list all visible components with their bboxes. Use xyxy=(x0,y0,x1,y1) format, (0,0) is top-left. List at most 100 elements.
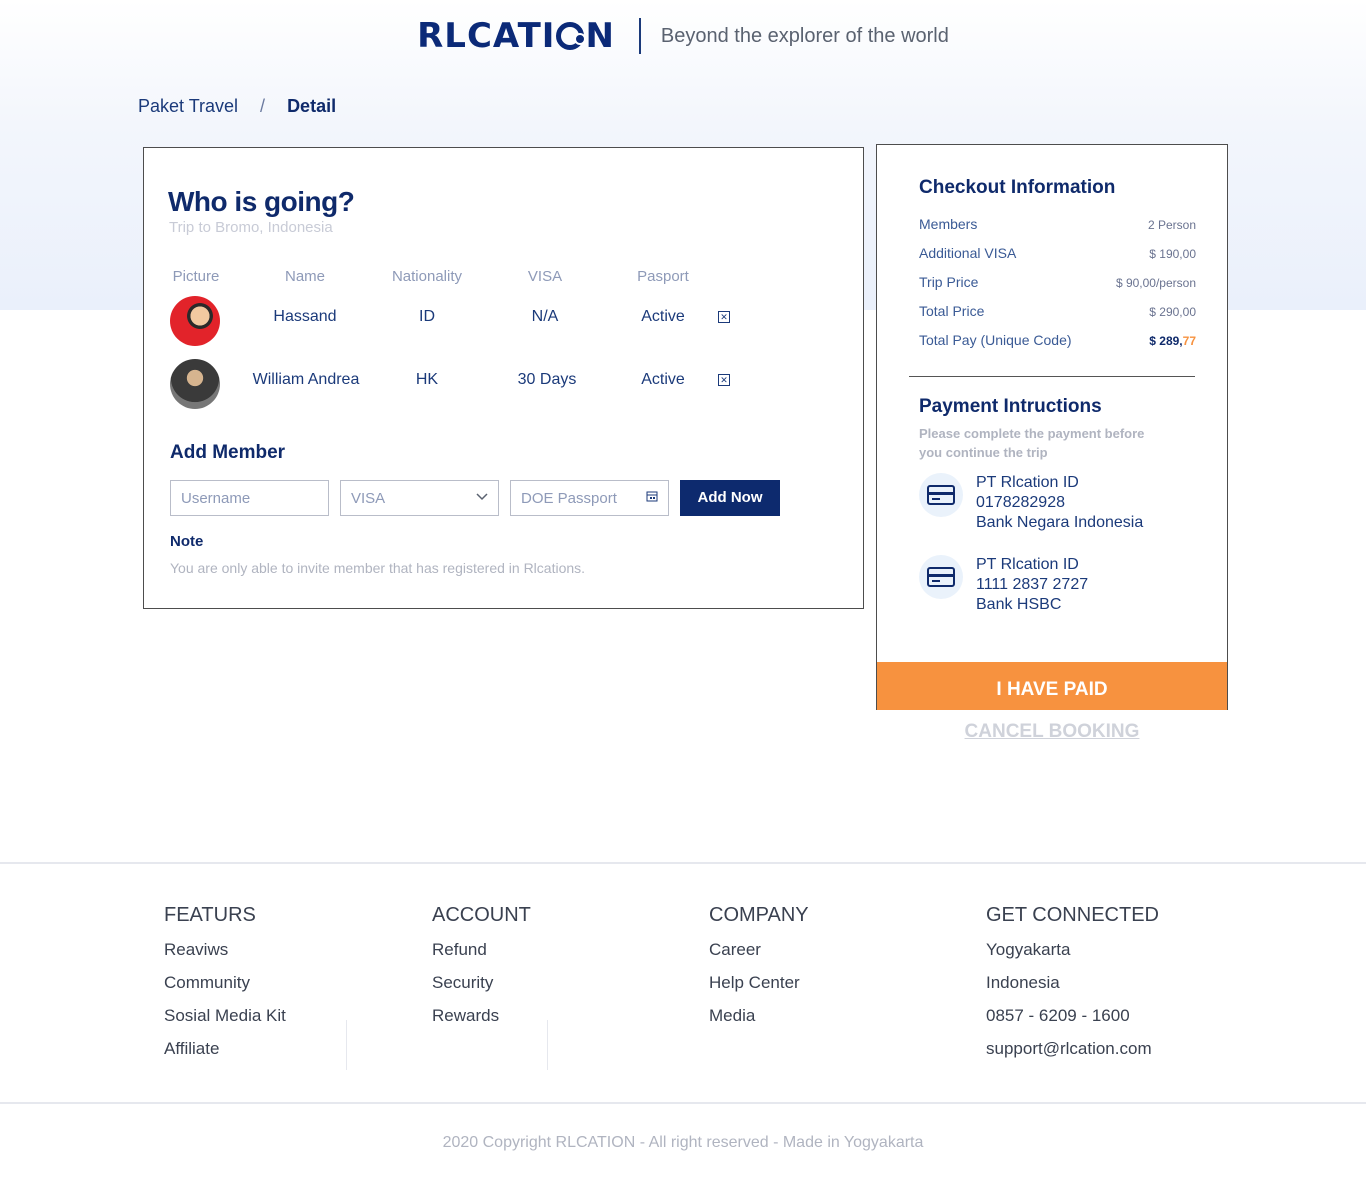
checkout-row-members: Members 2 Person xyxy=(919,216,1196,236)
member-passport-status: Active xyxy=(641,371,685,388)
member-visa: 30 Days xyxy=(517,371,577,388)
bank-account-number: 0178282928 xyxy=(976,494,1065,511)
checkout-card: Checkout Information Members 2 Person Ad… xyxy=(876,144,1228,710)
footer-column-divider xyxy=(346,1020,347,1070)
footer-column-features: FEATURS Reaviws Community Sosial Media K… xyxy=(164,904,286,1071)
checkout-title: Checkout Information xyxy=(919,177,1116,198)
breadcrumb-paket-travel[interactable]: Paket Travel xyxy=(138,96,238,117)
member-row: Hassand ID N/A Active ✕ xyxy=(144,296,865,348)
trip-subtitle: Trip to Bromo, Indonesia xyxy=(169,219,333,236)
bank-name: Bank Negara Indonesia xyxy=(976,514,1144,531)
bank-details: PT Rlcation ID 1111 2837 2727 Bank HSBC xyxy=(976,555,1088,615)
footer-contact-email[interactable]: support@rlcation.com xyxy=(986,1038,1159,1071)
checkout-divider xyxy=(909,376,1195,377)
member-nationality: HK xyxy=(415,371,439,388)
header: RLCATI N Beyond the explorer of the world xyxy=(0,14,1366,58)
credit-card-icon xyxy=(919,473,963,517)
footer-column-get-connected: GET CONNECTED Yogyakarta Indonesia 0857 … xyxy=(986,904,1159,1071)
footer-link[interactable]: Help Center xyxy=(709,972,809,1005)
footer-divider-bottom xyxy=(0,1102,1366,1104)
member-name: William Andrea xyxy=(252,371,360,388)
column-header-name: Name xyxy=(284,268,325,285)
logo-text-right: N xyxy=(585,16,615,56)
visa-select-value: VISA xyxy=(351,490,386,507)
bank-details: PT Rlcation ID 0178282928 Bank Negara In… xyxy=(976,473,1143,533)
footer-contact-city: Yogyakarta xyxy=(986,940,1071,959)
i-have-paid-button[interactable]: I HAVE PAID xyxy=(877,662,1227,710)
column-header-visa: VISA xyxy=(527,268,563,285)
checkout-label: Trip Price xyxy=(919,274,979,290)
remove-member-icon[interactable]: ✕ xyxy=(718,374,730,386)
logo[interactable]: RLCATI N xyxy=(417,16,615,56)
note-text: You are only able to invite member that … xyxy=(170,560,586,576)
add-member-title: Add Member xyxy=(170,442,286,463)
footer-column-title: FEATURS xyxy=(164,904,256,926)
checkout-label: Additional VISA xyxy=(919,245,1017,261)
logo-text-left: RLCATI xyxy=(417,16,556,56)
footer-link[interactable]: Media xyxy=(709,1005,809,1038)
breadcrumb-separator: / xyxy=(260,96,266,116)
member-nationality: ID xyxy=(419,308,435,325)
visa-select[interactable]: VISA xyxy=(340,480,499,516)
checkout-value: $ 190,00 xyxy=(1149,247,1196,261)
footer-column-title: COMPANY xyxy=(709,904,809,926)
bank-name: Bank HSBC xyxy=(976,596,1062,613)
member-passport-status: Active xyxy=(641,308,685,325)
member-visa: N/A xyxy=(531,308,559,325)
member-name: Hassand xyxy=(273,308,337,325)
total-pay-main: $ 289, xyxy=(1149,334,1183,348)
footer-column-title: GET CONNECTED xyxy=(986,904,1159,926)
member-row: William Andrea HK 30 Days Active ✕ xyxy=(144,359,865,411)
checkout-value: $ 290,00 xyxy=(1149,305,1196,319)
payment-instructions-subtitle: Please complete the payment before you c… xyxy=(919,426,1145,460)
bank-company: PT Rlcation ID xyxy=(976,556,1079,573)
footer-contact-country: Indonesia xyxy=(986,973,1060,992)
checkout-row-total-price: Total Price $ 290,00 xyxy=(919,303,1196,323)
checkout-row-total-pay: Total Pay (Unique Code) $ 289,77 xyxy=(919,332,1196,352)
logo-plane-icon xyxy=(556,22,587,50)
footer-link[interactable]: Reaviws xyxy=(164,939,286,972)
checkout-row-additional-visa: Additional VISA $ 190,00 xyxy=(919,245,1196,265)
members-card: Who is going? Trip to Bromo, Indonesia P… xyxy=(143,147,864,609)
header-divider xyxy=(638,18,641,54)
footer-link[interactable]: Community xyxy=(164,972,286,1005)
footer-link[interactable]: Sosial Media Kit xyxy=(164,1005,286,1038)
checkout-value: $ 90,00/person xyxy=(1115,276,1196,290)
footer-link[interactable]: Refund xyxy=(432,939,531,972)
footer-link[interactable]: Rewards xyxy=(432,1005,531,1038)
column-header-picture: Picture xyxy=(172,268,220,285)
column-header-pasport: Pasport xyxy=(637,268,689,285)
footer-column-title: ACCOUNT xyxy=(432,904,531,926)
copyright-text: 2020 Copyright RLCATION - All right rese… xyxy=(442,1134,924,1151)
total-pay-unique-code: 77 xyxy=(1182,334,1196,348)
bank-account: PT Rlcation ID 0178282928 Bank Negara In… xyxy=(919,473,1209,537)
bank-company: PT Rlcation ID xyxy=(976,474,1079,491)
footer-link[interactable]: Affiliate xyxy=(164,1038,286,1071)
note-title: Note xyxy=(170,533,204,550)
footer-link[interactable]: Security xyxy=(432,972,531,1005)
bank-account-number: 1111 2837 2727 xyxy=(976,576,1089,593)
checkout-row-trip-price: Trip Price $ 90,00/person xyxy=(919,274,1196,294)
breadcrumb: Paket Travel / Detail xyxy=(138,96,336,117)
add-now-button[interactable]: Add Now xyxy=(680,480,780,516)
footer-link[interactable]: Career xyxy=(709,939,809,972)
doe-passport-placeholder: DOE Passport xyxy=(521,490,617,507)
avatar xyxy=(170,359,220,409)
chevron-down-icon xyxy=(476,490,488,504)
username-placeholder: Username xyxy=(181,490,251,507)
checkout-label: Total Pay (Unique Code) xyxy=(919,332,1072,348)
cancel-booking-link[interactable]: CANCEL BOOKING xyxy=(876,721,1228,743)
remove-member-icon[interactable]: ✕ xyxy=(718,311,730,323)
checkout-value: 2 Person xyxy=(1147,218,1196,232)
footer-column-divider xyxy=(547,1020,548,1070)
doe-passport-input[interactable]: DOE Passport xyxy=(510,480,669,516)
bank-account: PT Rlcation ID 1111 2837 2727 Bank HSBC xyxy=(919,555,1209,619)
footer-contact-phone[interactable]: 0857 - 6209 - 1600 xyxy=(986,1005,1159,1038)
calendar-icon[interactable] xyxy=(646,490,658,505)
username-input[interactable]: Username xyxy=(170,480,329,516)
credit-card-icon xyxy=(919,555,963,599)
footer-divider-top xyxy=(0,862,1366,864)
breadcrumb-detail: Detail xyxy=(287,96,337,116)
payment-instructions-title: Payment Intructions xyxy=(919,396,1102,417)
footer-column-company: COMPANY Career Help Center Media xyxy=(709,904,809,1038)
